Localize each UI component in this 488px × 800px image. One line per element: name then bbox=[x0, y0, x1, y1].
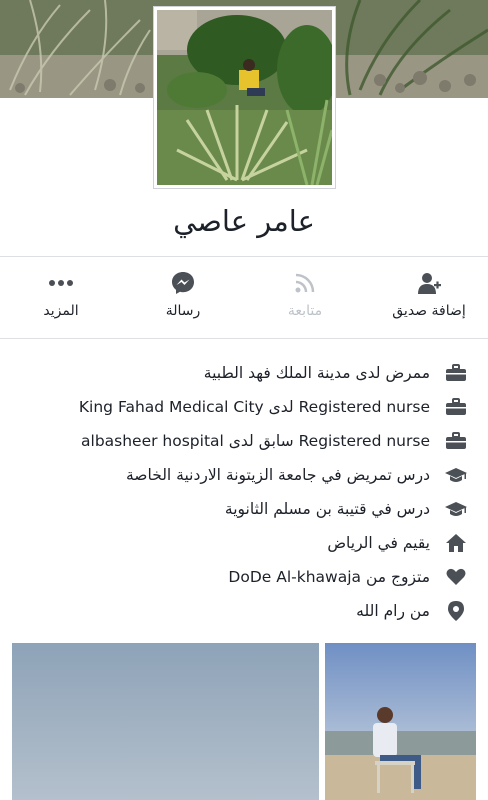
divider bbox=[0, 256, 488, 257]
home-icon bbox=[444, 531, 468, 555]
divider bbox=[0, 338, 488, 339]
message-button[interactable]: رسالة bbox=[128, 258, 238, 338]
education-text: درس تمريض في جامعة الزيتونة الاردنية الخ… bbox=[126, 466, 430, 484]
briefcase-icon bbox=[444, 429, 468, 453]
more-button[interactable]: المزيد bbox=[6, 258, 116, 338]
add-friend-label: إضافة صديق bbox=[392, 303, 466, 319]
photo-thumbnail[interactable] bbox=[325, 643, 476, 800]
messenger-icon bbox=[128, 270, 238, 296]
add-friend-icon bbox=[374, 270, 484, 296]
briefcase-icon bbox=[444, 361, 468, 385]
profile-picture[interactable] bbox=[153, 6, 336, 189]
education-item[interactable]: درس تمريض في جامعة الزيتونة الاردنية الخ… bbox=[20, 460, 468, 490]
education-item[interactable]: درس في قتيبة بن مسلم الثانوية bbox=[20, 494, 468, 524]
location-pin-icon bbox=[444, 599, 468, 623]
graduation-cap-icon bbox=[444, 497, 468, 521]
education-text: درس في قتيبة بن مسلم الثانوية bbox=[224, 500, 430, 518]
work-text: Registered nurse سابق لدى albasheer hosp… bbox=[81, 432, 430, 450]
message-label: رسالة bbox=[165, 303, 201, 319]
residence-text: يقيم في الرياض bbox=[327, 534, 430, 552]
hometown-item[interactable]: من رام الله bbox=[20, 596, 468, 626]
briefcase-icon bbox=[444, 395, 468, 419]
rss-follow-icon bbox=[250, 270, 360, 296]
profile-name: عامر عاصي bbox=[173, 204, 315, 238]
add-friend-button[interactable]: إضافة صديق bbox=[374, 258, 484, 338]
work-item[interactable]: Registered nurse سابق لدى albasheer hosp… bbox=[20, 426, 468, 456]
photo-thumbnail[interactable] bbox=[12, 643, 319, 800]
residence-item[interactable]: يقيم في الرياض bbox=[20, 528, 468, 558]
follow-button[interactable]: متابعة bbox=[250, 258, 360, 338]
follow-label: متابعة bbox=[287, 303, 323, 319]
graduation-cap-icon bbox=[444, 463, 468, 487]
work-text: Registered nurse لدى King Fahad Medical … bbox=[78, 398, 430, 416]
more-dots-icon bbox=[6, 270, 116, 296]
heart-icon bbox=[444, 565, 468, 589]
work-item[interactable]: ممرض لدى مدينة الملك فهد الطبية bbox=[20, 358, 468, 388]
action-bar: إضافة صديق متابعة رسالة المزيد bbox=[0, 258, 488, 338]
hometown-text: من رام الله bbox=[356, 602, 430, 620]
work-text: ممرض لدى مدينة الملك فهد الطبية bbox=[203, 364, 430, 382]
more-label: المزيد bbox=[43, 303, 79, 319]
relationship-item[interactable]: متزوج من DoDe Al-khawaja bbox=[20, 562, 468, 592]
relationship-text: متزوج من DoDe Al-khawaja bbox=[228, 568, 430, 586]
work-item[interactable]: Registered nurse لدى King Fahad Medical … bbox=[20, 392, 468, 422]
